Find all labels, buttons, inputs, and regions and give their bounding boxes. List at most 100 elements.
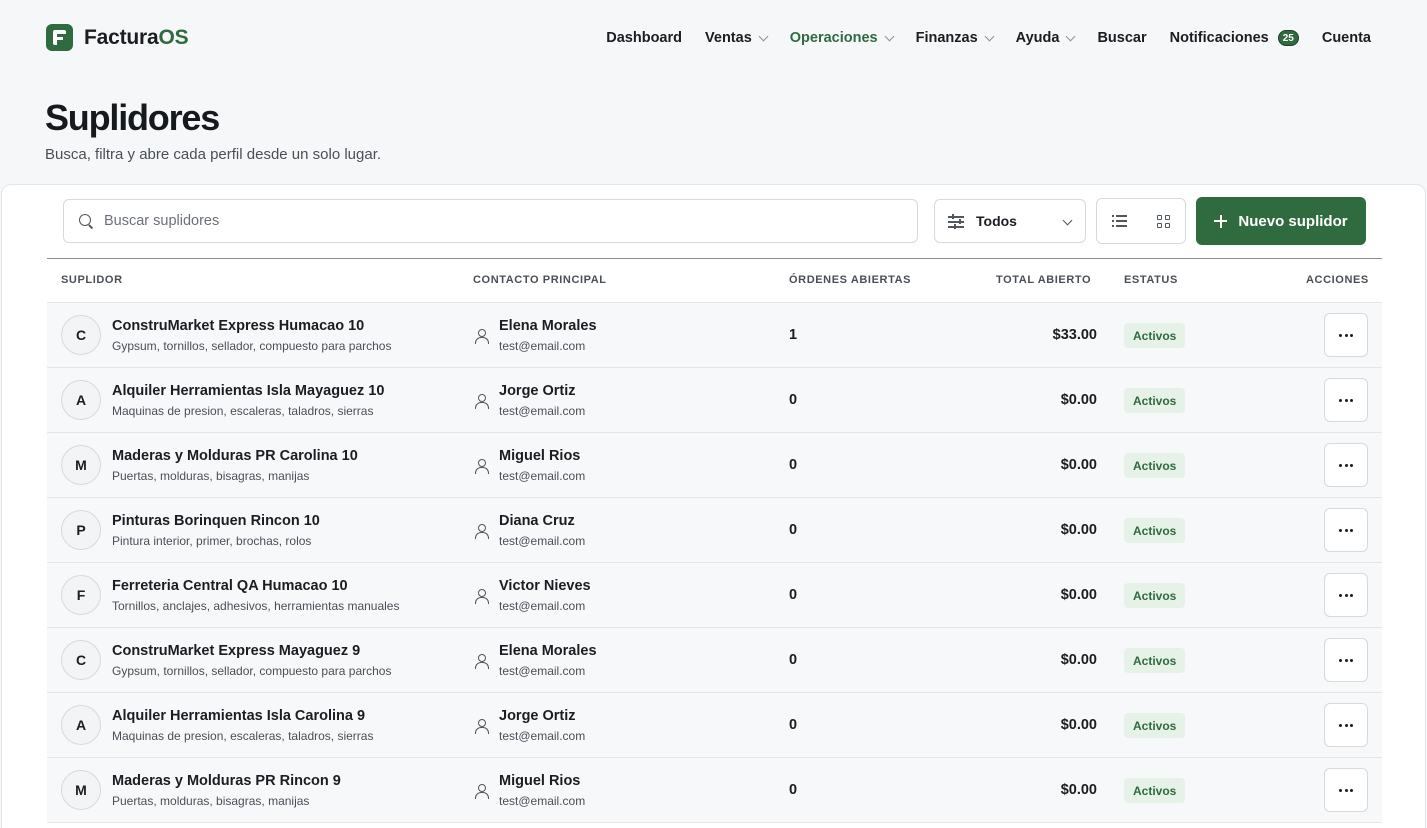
nav-item-finanzas[interactable]: Finanzas [916, 30, 995, 46]
supplier-name[interactable]: ConstruMarket Express Mayaguez 9 [112, 643, 360, 659]
supplier-avatar: M [61, 445, 101, 485]
supplier-avatar: P [61, 510, 101, 550]
table-row[interactable]: A Alquiler Herramientas Isla Carolina 9 … [47, 693, 1382, 758]
nav-item-dashboard[interactable]: Dashboard [606, 30, 682, 46]
contact-name: Miguel Rios [499, 773, 581, 789]
open-total-amount: $0.00 [1060, 652, 1097, 668]
brand-logo[interactable]: FacturaOS [46, 24, 189, 51]
row-actions-button[interactable] [1324, 508, 1368, 552]
table-row[interactable]: A Alquiler Herramientas Isla Mayaguez 10… [47, 368, 1382, 433]
supplier-description: Puertas, molduras, bisagras, manijas [112, 469, 310, 483]
column-header-total[interactable]: TOTAL ABIERTO [996, 274, 1091, 286]
table-body: C ConstruMarket Express Humacao 10 Gypsu… [47, 303, 1382, 823]
supplier-name[interactable]: Ferreteria Central QA Humacao 10 [112, 578, 348, 594]
supplier-name[interactable]: Alquiler Herramientas Isla Mayaguez 10 [112, 383, 384, 399]
table-row[interactable]: F Ferreteria Central QA Humacao 10 Torni… [47, 563, 1382, 628]
open-orders-count: 0 [789, 717, 798, 733]
supplier-avatar: M [61, 770, 101, 810]
filter-selected-value: Todos [976, 213, 1017, 229]
status-filter-select[interactable]: Todos [934, 199, 1086, 243]
main-menu: Dashboard Ventas Operaciones Finanzas Ay… [583, 28, 1371, 48]
status-badge: Activos [1124, 778, 1186, 803]
row-actions-button[interactable] [1324, 443, 1368, 487]
contact-email: test@email.com [499, 534, 586, 548]
contact-name: Elena Morales [499, 318, 597, 334]
nav-item-buscar[interactable]: Buscar [1097, 30, 1146, 46]
supplier-description: Pintura interior, primer, brochas, rolos [112, 534, 312, 548]
column-header-orders[interactable]: ÓRDENES ABIERTAS [789, 274, 911, 286]
row-actions-button[interactable] [1324, 378, 1368, 422]
suppliers-table: SUPLIDOR CONTACTO PRINCIPAL ÓRDENES ABIE… [47, 258, 1382, 823]
chevron-down-icon [984, 31, 995, 41]
supplier-avatar: F [61, 575, 101, 615]
supplier-name[interactable]: Maderas y Molduras PR Rincon 9 [112, 773, 341, 789]
supplier-description: Maquinas de presion, escaleras, taladros… [112, 729, 374, 743]
table-header: SUPLIDOR CONTACTO PRINCIPAL ÓRDENES ABIE… [47, 259, 1382, 303]
nav-item-ventas[interactable]: Ventas [705, 30, 769, 46]
search-input[interactable] [104, 213, 884, 229]
more-horizontal-icon [1339, 463, 1353, 467]
grid-view-button[interactable] [1141, 199, 1185, 243]
column-header-contact[interactable]: CONTACTO PRINCIPAL [473, 274, 607, 286]
open-total-amount: $0.00 [1060, 522, 1097, 538]
chevron-down-icon [758, 31, 769, 41]
table-row[interactable]: M Maderas y Molduras PR Carolina 10 Puer… [47, 433, 1382, 498]
supplier-description: Maquinas de presion, escaleras, taladros… [112, 404, 374, 418]
supplier-description: Gypsum, tornillos, sellador, compuesto p… [112, 339, 392, 353]
user-icon [475, 784, 489, 799]
supplier-name[interactable]: Alquiler Herramientas Isla Carolina 9 [112, 708, 365, 724]
status-badge: Activos [1124, 518, 1186, 543]
row-actions-button[interactable] [1324, 573, 1368, 617]
supplier-name[interactable]: Maderas y Molduras PR Carolina 10 [112, 448, 358, 464]
brand-name: FacturaOS [84, 25, 189, 49]
open-orders-count: 0 [789, 522, 798, 538]
row-actions-button[interactable] [1324, 313, 1368, 357]
top-navbar: FacturaOS Dashboard Ventas Operaciones F… [0, 0, 1427, 76]
view-toggle [1096, 198, 1186, 244]
supplier-name[interactable]: ConstruMarket Express Humacao 10 [112, 318, 364, 334]
list-icon [1111, 215, 1127, 227]
nav-item-ayuda[interactable]: Ayuda [1016, 30, 1076, 46]
column-header-status[interactable]: ESTATUS [1124, 274, 1178, 286]
more-horizontal-icon [1339, 788, 1353, 792]
supplier-avatar: A [61, 705, 101, 745]
supplier-description: Tornillos, anclajes, adhesivos, herramie… [112, 599, 400, 613]
supplier-name[interactable]: Pinturas Borinquen Rincon 10 [112, 513, 320, 529]
list-view-button[interactable] [1097, 199, 1141, 243]
search-box[interactable] [63, 199, 918, 243]
chevron-down-icon [884, 31, 895, 41]
status-badge: Activos [1124, 713, 1186, 738]
new-supplier-button[interactable]: Nuevo suplidor [1196, 197, 1366, 245]
contact-name: Jorge Ortiz [499, 383, 576, 399]
page-subtitle: Busca, filtra y abre cada perfil desde u… [45, 146, 382, 163]
row-actions-button[interactable] [1324, 638, 1368, 682]
open-orders-count: 0 [789, 457, 798, 473]
status-badge: Activos [1124, 323, 1186, 348]
contact-email: test@email.com [499, 664, 586, 678]
user-icon [475, 394, 489, 409]
open-total-amount: $0.00 [1060, 392, 1097, 408]
open-orders-count: 0 [789, 652, 798, 668]
nav-item-cuenta[interactable]: Cuenta [1322, 30, 1371, 46]
more-horizontal-icon [1339, 723, 1353, 727]
supplier-description: Puertas, molduras, bisagras, manijas [112, 794, 310, 808]
table-row[interactable]: P Pinturas Borinquen Rincon 10 Pintura i… [47, 498, 1382, 563]
user-icon [475, 654, 489, 669]
supplier-description: Gypsum, tornillos, sellador, compuesto p… [112, 664, 392, 678]
table-row[interactable]: C ConstruMarket Express Humacao 10 Gypsu… [47, 303, 1382, 368]
more-horizontal-icon [1339, 528, 1353, 532]
column-header-supplier[interactable]: SUPLIDOR [61, 274, 123, 286]
nav-item-notificaciones[interactable]: Notificaciones 25 [1170, 30, 1299, 46]
more-horizontal-icon [1339, 333, 1353, 337]
table-row[interactable]: C ConstruMarket Express Mayaguez 9 Gypsu… [47, 628, 1382, 693]
open-orders-count: 0 [789, 782, 798, 798]
row-actions-button[interactable] [1324, 703, 1368, 747]
open-total-amount: $0.00 [1060, 457, 1097, 473]
open-total-amount: $33.00 [1052, 327, 1097, 343]
more-horizontal-icon [1339, 398, 1353, 402]
table-row[interactable]: M Maderas y Molduras PR Rincon 9 Puertas… [47, 758, 1382, 823]
nav-item-operaciones[interactable]: Operaciones [790, 30, 895, 46]
row-actions-button[interactable] [1324, 768, 1368, 812]
open-total-amount: $0.00 [1060, 717, 1097, 733]
notification-count-badge: 25 [1277, 30, 1299, 46]
